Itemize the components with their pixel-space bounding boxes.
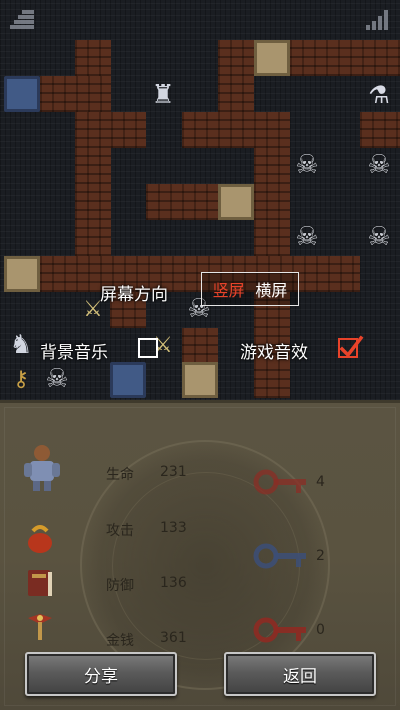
book-icon — [22, 564, 58, 600]
sfx-label: 游戏音效 — [240, 343, 308, 363]
wall-tile — [254, 184, 290, 220]
wall-tile — [254, 220, 290, 256]
blue-key-count: 2 — [316, 548, 325, 564]
gold-value: 361 — [160, 630, 187, 646]
wall-tile — [146, 184, 218, 220]
yellow-door — [4, 256, 40, 292]
defense-label: 防御 — [106, 578, 134, 594]
guard-sprite: ♜ — [151, 80, 175, 110]
wall-tile — [182, 112, 290, 148]
wall-tile — [254, 148, 290, 184]
skeleton-sprite: ☠ — [295, 150, 319, 180]
red-key-icon — [252, 606, 312, 650]
wall-tile — [290, 40, 400, 76]
sfx-checkbox[interactable] — [338, 335, 364, 358]
wall-tile — [218, 40, 254, 76]
wall-tile — [182, 328, 218, 364]
key-icon: ⚷ — [12, 366, 30, 392]
orientation-selector[interactable]: 竖屏 横屏 — [201, 272, 299, 306]
yellow-door — [254, 40, 290, 76]
wall-tile — [360, 112, 400, 148]
yellow-door — [182, 362, 218, 398]
yellow-door — [218, 184, 254, 220]
skeleton-sprite: ☠ — [367, 222, 391, 252]
stairs-icon[interactable] — [8, 8, 36, 32]
potion-icon: ⚗ — [368, 81, 390, 109]
music-label: 背景音乐 — [40, 343, 108, 363]
blue-key-icon — [252, 532, 312, 576]
orientation-portrait-option[interactable]: 竖屏 — [213, 277, 245, 301]
skeleton-sprite: ☠ — [295, 222, 319, 252]
blue-door — [110, 362, 146, 398]
yellow-key-count: 4 — [316, 474, 325, 490]
wand-icon — [22, 608, 58, 644]
skeleton-sprite: ☠ — [367, 150, 391, 180]
signal-icon[interactable] — [364, 8, 392, 32]
warrior-sprite: ♞ — [9, 330, 33, 360]
hp-label: 生命 — [106, 467, 134, 483]
hp-value: 231 — [160, 464, 187, 480]
wall-tile — [218, 76, 254, 112]
item-bag-icon — [22, 520, 58, 556]
hero-portrait-icon — [18, 440, 66, 494]
skeleton-sprite: ☠ — [45, 364, 69, 394]
wall-tile — [40, 256, 360, 292]
blue-door — [4, 76, 40, 112]
defense-value: 136 — [160, 575, 187, 591]
music-checkbox[interactable] — [138, 338, 158, 358]
wall-tile — [254, 362, 290, 398]
orientation-label: 屏幕方向 — [100, 285, 168, 305]
wall-tile — [75, 148, 111, 184]
orientation-landscape-option[interactable]: 横屏 — [255, 277, 287, 301]
attack-label: 攻击 — [106, 523, 134, 539]
share-button[interactable]: 分享 — [25, 652, 177, 696]
back-button[interactable]: 返回 — [224, 652, 376, 696]
wall-tile — [75, 112, 146, 148]
attack-value: 133 — [160, 520, 187, 536]
yellow-key-icon — [252, 458, 312, 502]
wall-tile — [75, 184, 111, 220]
wall-tile — [75, 220, 111, 256]
wall-tile — [40, 76, 111, 112]
checkmark-icon — [339, 335, 364, 358]
gold-label: 金钱 — [106, 633, 134, 649]
red-key-count: 0 — [316, 622, 325, 638]
wall-tile — [75, 40, 111, 76]
